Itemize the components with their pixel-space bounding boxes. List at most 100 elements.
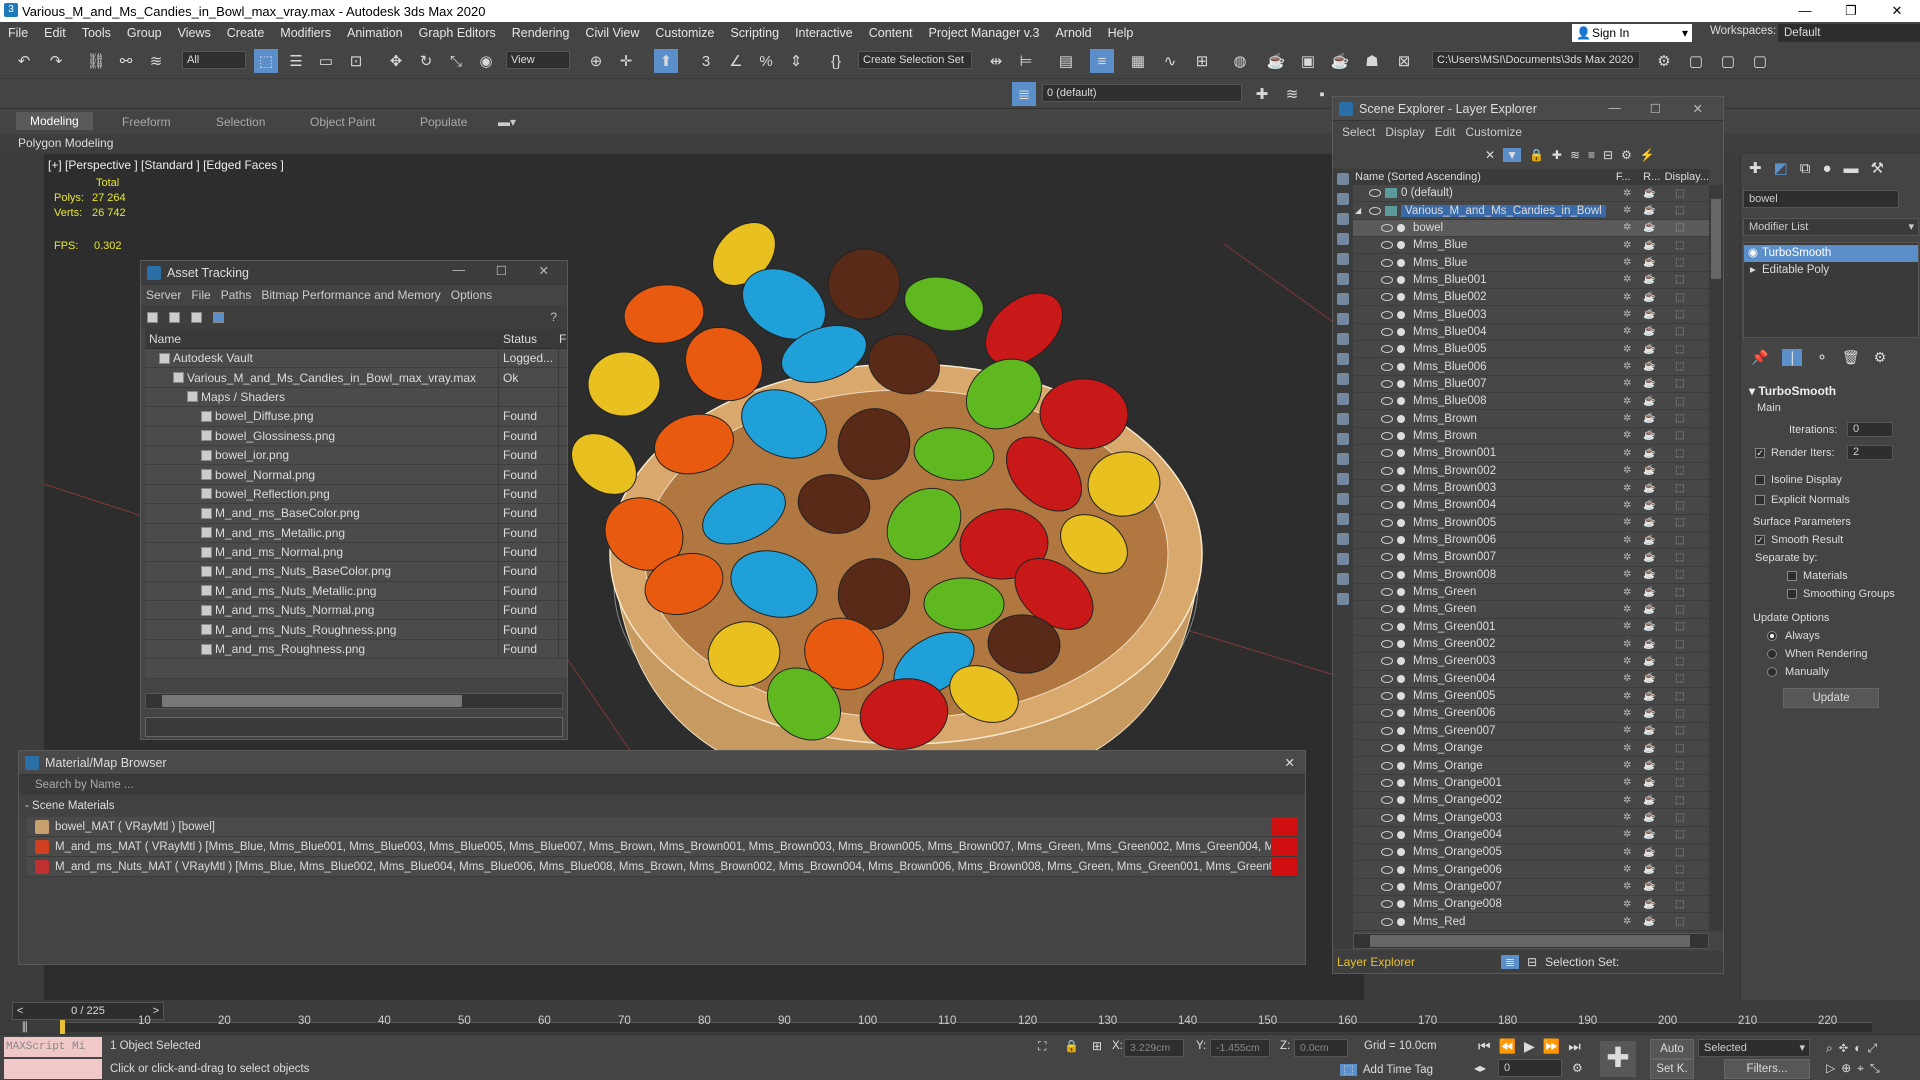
asset-row[interactable]: M_and_ms_Nuts_Normal.png Found bbox=[145, 601, 567, 621]
se-tree-row[interactable]: Mms_Brown003 ✲ ☕ ⬚ bbox=[1353, 480, 1709, 498]
isoline-checkbox[interactable] bbox=[1755, 475, 1765, 486]
asset-row[interactable]: M_and_ms_Nuts_BaseColor.png Found bbox=[145, 562, 567, 582]
tab-populate[interactable]: Populate bbox=[420, 115, 467, 129]
ribbon-toggle-icon[interactable]: ▦ bbox=[1126, 49, 1150, 73]
freeze-icon[interactable]: ✲ bbox=[1623, 656, 1631, 667]
display-icon[interactable]: ⬚ bbox=[1675, 795, 1684, 806]
close-icon[interactable]: ✕ bbox=[1874, 0, 1920, 22]
sign-in-button[interactable]: Sign In ▾ 👤 bbox=[1572, 24, 1692, 42]
visibility-eye-icon[interactable] bbox=[1381, 813, 1393, 822]
visibility-eye-icon[interactable] bbox=[1381, 431, 1393, 440]
display-icon[interactable]: ⬚ bbox=[1675, 274, 1684, 285]
renderable-icon[interactable]: ☕ bbox=[1643, 621, 1655, 632]
material-item[interactable]: bowel_MAT ( VRayMtl ) [bowel] bbox=[27, 817, 1297, 837]
menu-scripting[interactable]: Scripting bbox=[722, 26, 787, 40]
menu-file[interactable]: File bbox=[0, 26, 36, 40]
display-tab-icon[interactable]: ▬ bbox=[1844, 160, 1859, 177]
se-tree-row[interactable]: Mms_Green005 ✲ ☕ ⬚ bbox=[1353, 688, 1709, 706]
renderable-icon[interactable]: ☕ bbox=[1643, 361, 1655, 372]
renderable-icon[interactable]: ☕ bbox=[1643, 916, 1655, 927]
time-config-icon[interactable]: ⚙ bbox=[1572, 1061, 1583, 1075]
menu-civil-view[interactable]: Civil View bbox=[577, 26, 647, 40]
renderable-icon[interactable]: ☕ bbox=[1643, 847, 1655, 858]
asset-tracking-titlebar[interactable]: Asset Tracking — ☐ ✕ bbox=[141, 261, 567, 285]
freeze-icon[interactable]: ✲ bbox=[1623, 205, 1631, 216]
visibility-eye-icon[interactable] bbox=[1381, 640, 1393, 649]
freeze-icon[interactable]: ✲ bbox=[1623, 222, 1631, 233]
menu-customize[interactable]: Customize bbox=[647, 26, 722, 40]
freeze-icon[interactable]: ✲ bbox=[1623, 829, 1631, 840]
freeze-icon[interactable]: ✲ bbox=[1623, 587, 1631, 598]
freeze-icon[interactable]: ✲ bbox=[1623, 240, 1631, 251]
se-menu-customize[interactable]: Customize bbox=[1460, 125, 1527, 139]
se-tree-row[interactable]: Mms_Green007 ✲ ☕ ⬚ bbox=[1353, 723, 1709, 740]
se-filter-type-icon[interactable] bbox=[1337, 173, 1349, 185]
asset-close-icon[interactable]: ✕ bbox=[539, 263, 549, 278]
redo-icon[interactable]: ↷ bbox=[44, 49, 68, 73]
se-filter-type-icon[interactable] bbox=[1337, 233, 1349, 245]
renderable-icon[interactable]: ☕ bbox=[1643, 483, 1655, 494]
menu-interactive[interactable]: Interactive bbox=[787, 26, 861, 40]
asset-row[interactable]: bowel_Glossiness.png Found bbox=[145, 426, 567, 446]
se-tree-row[interactable]: Mms_Brown007 ✲ ☕ ⬚ bbox=[1353, 549, 1709, 567]
renderable-icon[interactable]: ☕ bbox=[1643, 829, 1655, 840]
se-layer-icon-6[interactable]: ⚡ bbox=[1640, 148, 1655, 162]
se-filter-type-icon[interactable] bbox=[1337, 513, 1349, 525]
select-object-icon[interactable]: ⬚ bbox=[254, 49, 278, 73]
render-iterative-icon[interactable]: ☗ bbox=[1360, 49, 1384, 73]
renderable-icon[interactable]: ☕ bbox=[1643, 569, 1655, 580]
freeze-icon[interactable]: ✲ bbox=[1623, 881, 1631, 892]
freeze-icon[interactable]: ✲ bbox=[1623, 448, 1631, 459]
se-tree-row[interactable]: Mms_Brown002 ✲ ☕ ⬚ bbox=[1353, 463, 1709, 480]
freeze-icon[interactable]: ✲ bbox=[1623, 621, 1631, 632]
se-tree-row[interactable]: Mms_Blue007 ✲ ☕ ⬚ bbox=[1353, 376, 1709, 394]
tab-selection[interactable]: Selection bbox=[216, 115, 265, 129]
se-filter-type-icon[interactable] bbox=[1337, 533, 1349, 545]
freeze-icon[interactable]: ✲ bbox=[1623, 743, 1631, 754]
asset-row[interactable]: M_and_ms_Roughness.png Found bbox=[145, 639, 567, 660]
renderable-icon[interactable]: ☕ bbox=[1643, 795, 1655, 806]
se-filter-type-icon[interactable] bbox=[1337, 413, 1349, 425]
visibility-eye-icon[interactable] bbox=[1381, 275, 1393, 284]
visibility-eye-icon[interactable] bbox=[1381, 709, 1393, 718]
hierarchy-tab-icon[interactable]: ⧉ bbox=[1800, 160, 1811, 177]
se-tree-row[interactable]: Mms_Orange007 ✲ ☕ ⬚ bbox=[1353, 879, 1709, 897]
visibility-eye-icon[interactable] bbox=[1381, 622, 1393, 631]
visibility-eye-icon[interactable] bbox=[1369, 189, 1381, 198]
asset-tool-icon-3[interactable] bbox=[191, 311, 202, 323]
bind-space-warp-icon[interactable]: ≋ bbox=[144, 49, 168, 73]
render-icon[interactable]: ☕ bbox=[1328, 49, 1352, 73]
se-filter-type-icon[interactable] bbox=[1337, 433, 1349, 445]
se-tree-row[interactable]: Mms_Orange004 ✲ ☕ ⬚ bbox=[1353, 827, 1709, 845]
layer-props-icon[interactable]: ▪ bbox=[1310, 82, 1334, 106]
se-filter-type-icon[interactable] bbox=[1337, 473, 1349, 485]
renderable-icon[interactable]: ☕ bbox=[1643, 292, 1655, 303]
se-layer-icon-4[interactable]: ⊟ bbox=[1603, 148, 1613, 162]
absolute-mode-icon[interactable]: ⊞ bbox=[1092, 1039, 1102, 1053]
update-button[interactable]: Update bbox=[1783, 688, 1879, 708]
viewport-nav-icons-2[interactable]: ▷⊕⌖⤡ bbox=[1826, 1061, 1886, 1076]
se-tree-row[interactable]: Mms_Orange008 ✲ ☕ ⬚ bbox=[1353, 896, 1709, 914]
selection-filter-dropdown[interactable]: All bbox=[182, 51, 246, 69]
display-icon[interactable]: ⬚ bbox=[1675, 656, 1684, 667]
asset-menu-bitmap-performance-and-memory[interactable]: Bitmap Performance and Memory bbox=[256, 288, 445, 302]
mirror-icon[interactable]: ⇹ bbox=[984, 49, 1008, 73]
freeze-icon[interactable]: ✲ bbox=[1623, 483, 1631, 494]
lock-selection-icon[interactable]: 🔒 bbox=[1064, 1039, 1079, 1053]
display-icon[interactable]: ⬚ bbox=[1675, 743, 1684, 754]
key-filters-button[interactable]: Filters... bbox=[1724, 1059, 1810, 1079]
freeze-icon[interactable]: ✲ bbox=[1623, 725, 1631, 736]
asset-row[interactable]: bowel_Reflection.png Found bbox=[145, 484, 567, 505]
se-tree-row[interactable]: Mms_Red ✲ ☕ ⬚ bbox=[1353, 913, 1709, 931]
auto-key-button[interactable]: Auto bbox=[1650, 1039, 1694, 1059]
display-icon[interactable]: ⬚ bbox=[1675, 222, 1684, 233]
visibility-eye-icon[interactable] bbox=[1381, 674, 1393, 683]
se-tree-row[interactable]: Mms_Blue004 ✲ ☕ ⬚ bbox=[1353, 324, 1709, 342]
freeze-icon[interactable]: ✲ bbox=[1623, 378, 1631, 389]
se-minimize-icon[interactable]: — bbox=[1609, 101, 1622, 115]
curve-editor-icon[interactable]: ∿ bbox=[1158, 49, 1182, 73]
display-icon[interactable]: ⬚ bbox=[1675, 378, 1684, 389]
renderable-icon[interactable]: ☕ bbox=[1643, 326, 1655, 337]
asset-menu-options[interactable]: Options bbox=[446, 288, 497, 302]
renderable-icon[interactable]: ☕ bbox=[1643, 517, 1655, 528]
